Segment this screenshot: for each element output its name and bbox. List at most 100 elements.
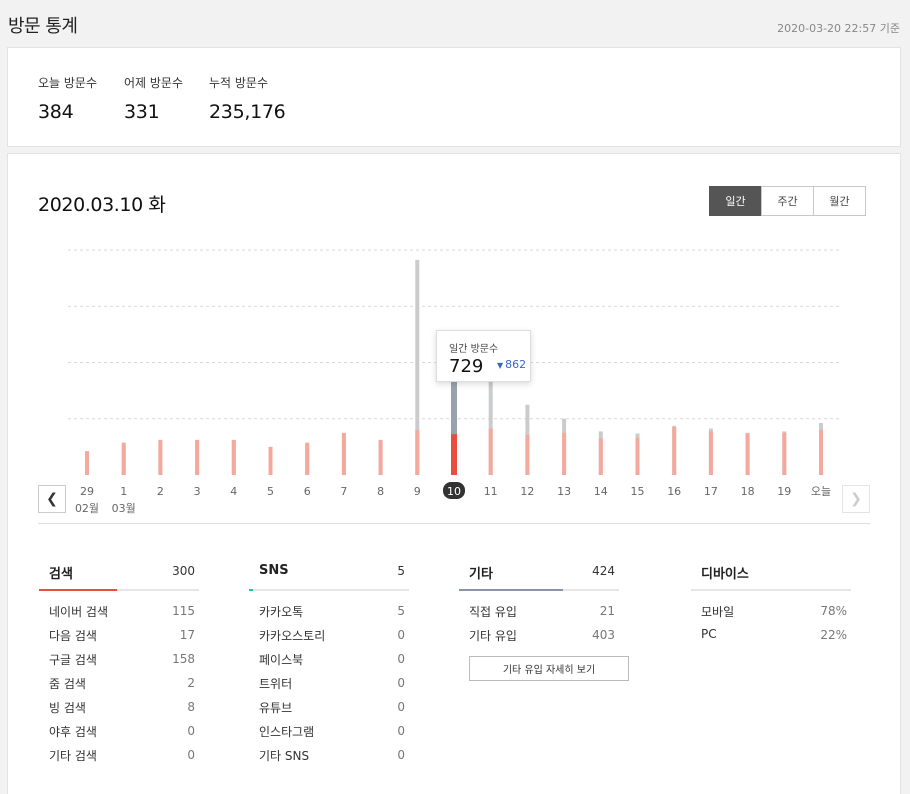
chart-bar-visit	[745, 433, 750, 475]
summary-card: 오늘 방문수 384 어제 방문수 331 누적 방문수 235,176	[7, 47, 901, 147]
stat-row-value: 17	[179, 628, 195, 642]
stat-row-label: 다음 검색	[49, 629, 97, 643]
stat-sns-header: SNS 5	[249, 562, 409, 591]
chart-bar-visit	[451, 434, 457, 475]
stat-row-label: 네이버 검색	[49, 605, 109, 619]
chart-bar-visit	[231, 439, 236, 475]
stat-etc-header: 기타 424	[459, 562, 619, 591]
tooltip-prev-value: 862	[505, 358, 527, 371]
x-tick-label: 12	[520, 485, 534, 498]
stat-row-label: 모바일	[701, 605, 735, 619]
next-period-button[interactable]: ❯	[842, 485, 870, 513]
stat-row: 줌 검색 2	[39, 673, 199, 697]
summary-today: 오늘 방문수 384	[38, 74, 97, 123]
etc-detail-button[interactable]: 기타 유입 자세히 보기	[469, 656, 629, 681]
stat-row-value: 115	[172, 604, 195, 618]
chart-bar-visit	[121, 442, 126, 475]
summary-today-value: 384	[38, 101, 74, 123]
x-tick-label: 5	[267, 485, 274, 498]
stat-row: 카카오스토리 0	[249, 625, 409, 649]
stat-row-value: 0	[187, 724, 195, 738]
chart-tooltip: 일간 방문수 729 ▼ 862	[436, 330, 531, 382]
page-title: 방문 통계	[8, 16, 78, 37]
stat-row-label: 카카오톡	[259, 605, 304, 619]
x-tick-label: 3	[194, 485, 201, 498]
stat-row-value: 0	[397, 676, 405, 690]
stat-search-header: 검색 300	[39, 562, 199, 591]
summary-total-label: 누적 방문수	[209, 76, 269, 90]
stat-row-label: 인스타그램	[259, 725, 315, 739]
stat-row: 트위터 0	[249, 673, 409, 697]
stat-row: 모바일 78%	[691, 601, 851, 625]
stat-device: 디바이스 모바일 78% PC 22%	[691, 562, 851, 649]
stat-row-value: 158	[172, 652, 195, 666]
stat-row-value: 78%	[820, 604, 847, 618]
stat-row-label: 구글 검색	[49, 653, 97, 667]
stat-row-value: 2	[187, 676, 195, 690]
stat-row: 인스타그램 0	[249, 721, 409, 745]
stat-sns-title: SNS	[259, 563, 289, 578]
x-tick-label: 1	[120, 485, 127, 498]
stat-row: 카카오톡 5	[249, 601, 409, 625]
x-tick-label: 7	[340, 485, 347, 498]
visit-chart-card: 2020.03.10 화 일간 주간 월간 29 02월 1 03월 2 3 4 5 6 7 8 9 1…	[7, 153, 901, 794]
stat-row-value: 403	[592, 628, 615, 642]
stat-row: 페이스북 0	[249, 649, 409, 673]
tooltip-label: 일간 방문수	[449, 344, 499, 355]
stat-sns-bar	[249, 589, 253, 591]
stat-row-value: 0	[397, 652, 405, 666]
stat-row-value: 0	[397, 628, 405, 642]
summary-yesterday: 어제 방문수 331	[124, 74, 183, 123]
stat-row-value: 0	[397, 724, 405, 738]
stat-row: PC 22%	[691, 625, 851, 649]
x-tick-label: 9	[414, 485, 421, 498]
x-tick-label: 4	[230, 485, 237, 498]
x-tick-label: 6	[304, 485, 311, 498]
stat-row-label: 빙 검색	[49, 701, 86, 715]
x-tick-sublabel: 03월	[112, 502, 136, 515]
stat-row-label: 기타 유입	[469, 629, 517, 643]
stat-row: 기타 검색 0	[39, 745, 199, 769]
stat-row-value: 0	[397, 700, 405, 714]
x-tick-label: 10	[447, 485, 461, 498]
stat-row-label: 직접 유입	[469, 605, 517, 619]
x-tick-label: 11	[484, 485, 498, 498]
stat-row: 네이버 검색 115	[39, 601, 199, 625]
stat-row-value: 5	[397, 604, 405, 618]
stat-row-label: 줌 검색	[49, 677, 86, 691]
x-tick-sublabel: 02월	[75, 502, 99, 515]
down-triangle-icon: ▼	[497, 361, 504, 370]
chart-bar-visit	[341, 432, 346, 475]
summary-yesterday-label: 어제 방문수	[124, 76, 184, 90]
summary-total: 누적 방문수 235,176	[209, 74, 286, 123]
chart-bar-visit	[525, 434, 530, 475]
stat-row-value: 8	[187, 700, 195, 714]
x-tick-label: 29	[80, 485, 94, 498]
summary-today-label: 오늘 방문수	[38, 76, 98, 90]
chart-bar-visit	[562, 432, 567, 475]
x-tick-label: 14	[594, 485, 608, 498]
stat-sns: SNS 5 카카오톡 5 카카오스토리 0 페이스북 0 트위터 0 유튜브 0 인스타그…	[249, 562, 409, 769]
x-tick-label: 17	[704, 485, 718, 498]
tooltip-value: 729	[449, 356, 484, 377]
prev-period-button[interactable]: ❮	[38, 485, 66, 513]
stat-row-label: 카카오스토리	[259, 629, 326, 643]
stat-search-title: 검색	[49, 567, 73, 582]
tooltip-prev: ▼ 862	[497, 358, 526, 371]
stat-row-label: PC	[701, 627, 717, 641]
chart-bar-visit	[488, 428, 493, 475]
stat-device-title: 디바이스	[701, 567, 749, 582]
chart-bar-visit	[415, 430, 420, 475]
summary-yesterday-value: 331	[124, 101, 160, 123]
chart-bar-visit	[378, 439, 383, 475]
x-tick-label: 18	[741, 485, 755, 498]
stat-search-bar	[39, 589, 117, 591]
stat-row-label: 야후 검색	[49, 725, 97, 739]
chart-bar-visit	[268, 446, 273, 475]
stat-row: 기타 SNS 0	[249, 745, 409, 769]
x-tick-label: 16	[667, 485, 681, 498]
stat-row: 유튜브 0	[249, 697, 409, 721]
x-tick-label: 2	[157, 485, 164, 498]
chart-bar-visit	[708, 431, 713, 475]
chart-bar-visit	[782, 432, 787, 475]
